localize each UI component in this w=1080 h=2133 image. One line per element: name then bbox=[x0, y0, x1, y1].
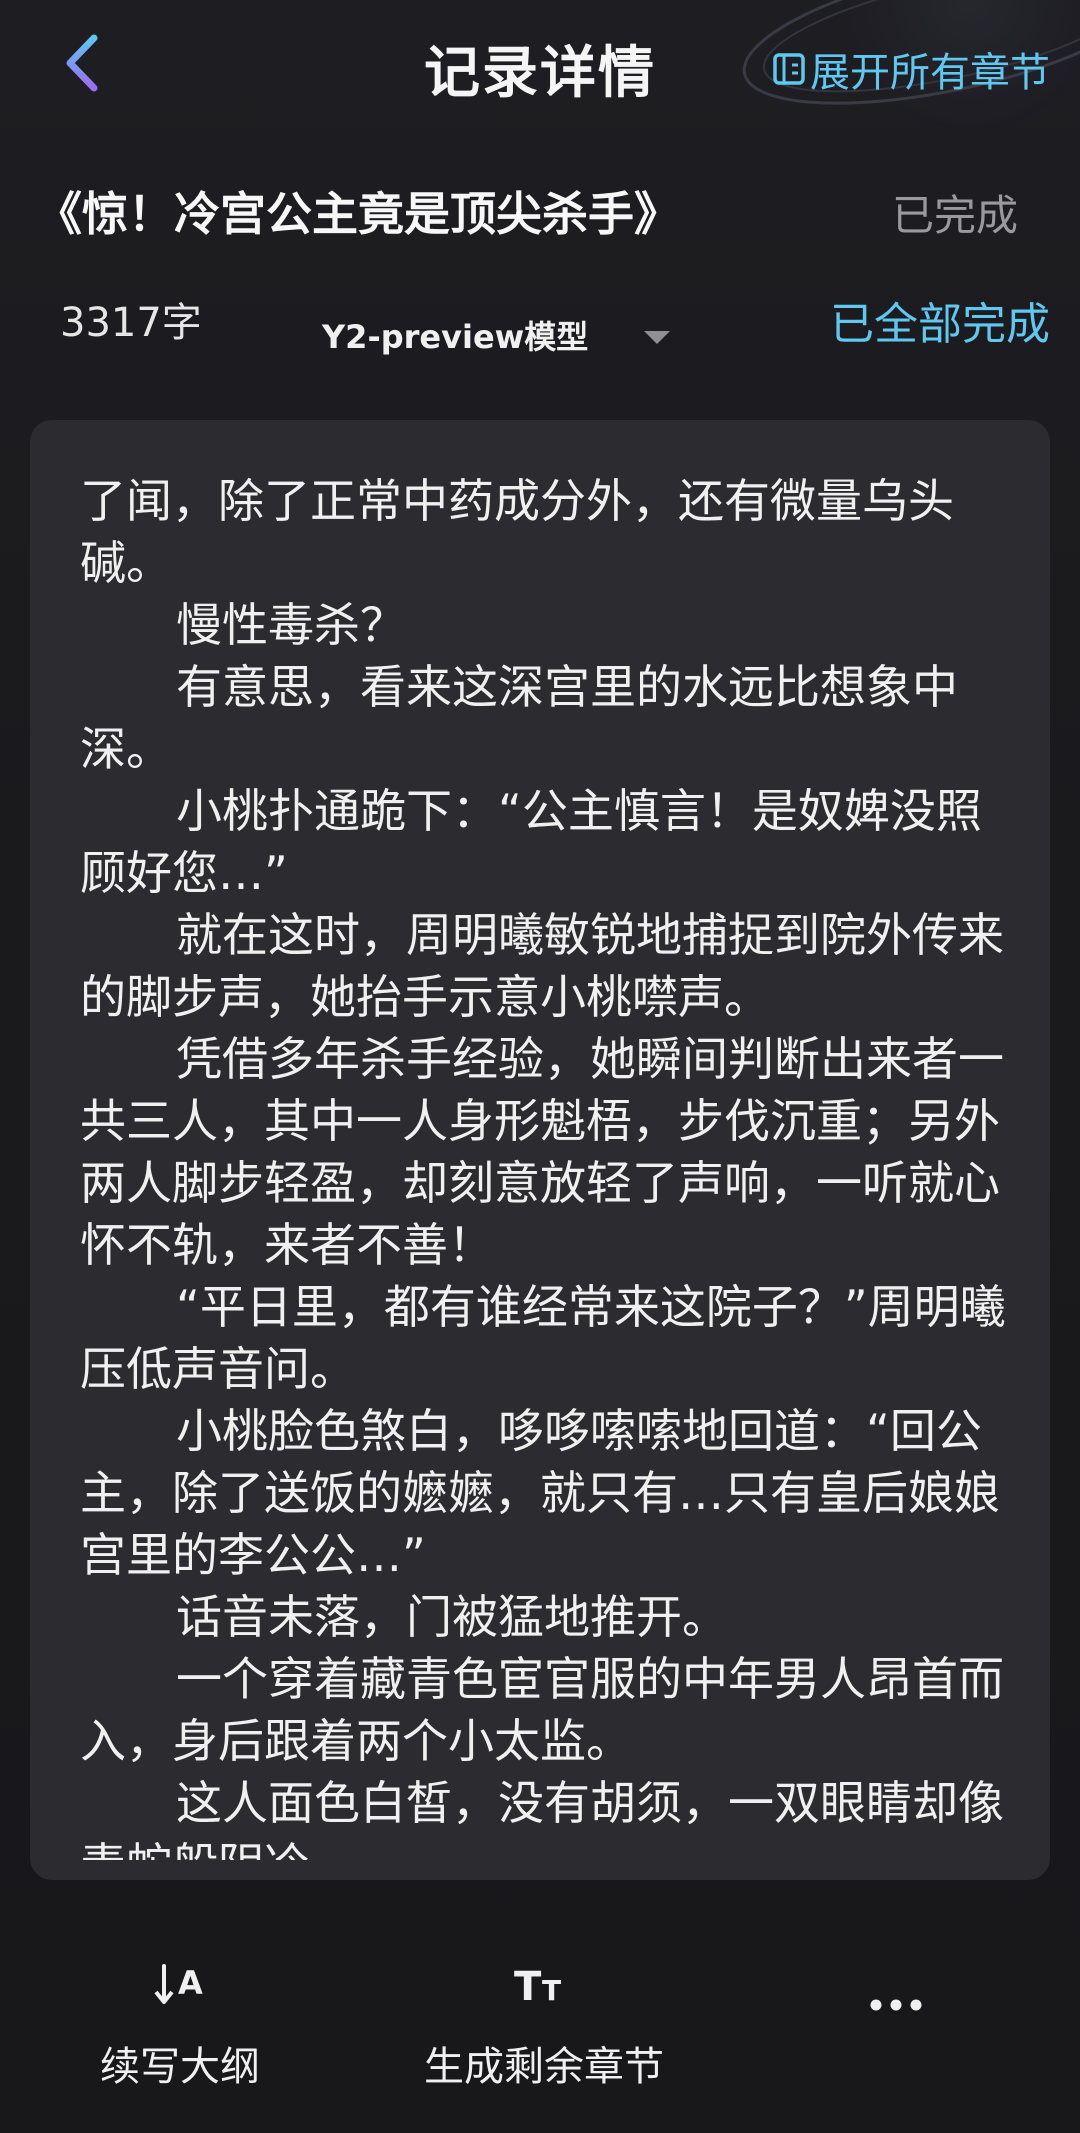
paragraph: 有意思，看来这深宫里的水远比想象中深。 bbox=[80, 660, 958, 776]
paragraph: 凭借多年杀手经验，她瞬间判断出来者一共三人，其中一人身形魁梧，步伐沉重；另外两人… bbox=[80, 1032, 1004, 1272]
model-selector[interactable]: Y2-preview模型 bbox=[322, 312, 671, 358]
word-count: 3317字 bbox=[60, 300, 202, 346]
arrow-down-a-icon: A bbox=[150, 1950, 210, 2020]
chapter-text[interactable]: 了闻，除了正常中药成分外，还有微量乌头碱。慢性毒杀？ 有意思，看来这深宫里的水远比… bbox=[80, 470, 1020, 1860]
more-options-button[interactable] bbox=[868, 1970, 924, 2040]
book-title: 《惊！冷宫公主竟是顶尖杀手》 bbox=[36, 187, 680, 241]
screen: 记录详情 展开所有章节 《惊！冷宫公主竟是顶尖杀手》 已完成 3317字 Y2-… bbox=[0, 0, 1080, 2133]
svg-text:T: T bbox=[542, 1974, 561, 2007]
paragraph: 一个穿着藏青色宦官服的中年男人昂首而入，身后跟着两个小太监。 bbox=[80, 1652, 1004, 1768]
expand-label: 展开所有章节 bbox=[810, 50, 1050, 96]
book-status: 已完成 bbox=[891, 191, 1018, 240]
bottom-toolbar: A 续写大纲 T T 生成剩余章节 bbox=[0, 1950, 1080, 2100]
paragraph: 就在这时，周明曦敏锐地捕捉到院外传来的脚步声，她抬手示意小桃噤声。 bbox=[80, 908, 1004, 1024]
paragraph: 了闻，除了正常中药成分外，还有微量乌头碱。 bbox=[80, 474, 954, 590]
generate-label: 生成剩余章节 bbox=[424, 2044, 664, 2090]
expand-icon bbox=[773, 53, 805, 85]
outline-label: 续写大纲 bbox=[100, 2044, 260, 2090]
paragraph: 这人面色白皙，没有胡须，一双眼睛却像毒蛇般阴冷。 bbox=[80, 1776, 1004, 1860]
paragraph: 小桃脸色煞白，哆哆嗦嗦地回道：“回公主，除了送饭的嬷嬷，就只有…只有皇后娘娘宫里… bbox=[80, 1404, 1000, 1582]
svg-text:A: A bbox=[178, 1964, 203, 2002]
content-card[interactable]: 了闻，除了正常中药成分外，还有微量乌头碱。慢性毒杀？ 有意思，看来这深宫里的水远比… bbox=[30, 420, 1050, 1880]
paragraph: 慢性毒杀？ bbox=[176, 598, 406, 652]
svg-text:T: T bbox=[514, 1964, 542, 2010]
chevron-down-icon bbox=[644, 330, 671, 344]
more-dots-icon bbox=[868, 1970, 924, 2040]
header: 记录详情 展开所有章节 bbox=[0, 0, 1080, 130]
paragraph: 话音未落，门被猛地推开。 bbox=[176, 1590, 728, 1644]
paragraph: 小桃扑通跪下：“公主慎言！是奴婢没照顾好您…” bbox=[80, 784, 982, 900]
expand-all-chapters-button[interactable]: 展开所有章节 bbox=[772, 40, 1050, 98]
text-size-icon: T T bbox=[512, 1950, 576, 2020]
completion-status[interactable]: 已全部完成 bbox=[830, 288, 1050, 352]
model-label: Y2-preview模型 bbox=[322, 318, 589, 356]
continue-outline-button[interactable]: A 续写大纲 bbox=[100, 1950, 260, 2092]
paragraph: “平日里，都有谁经常来这院子？”周明曦压低声音问。 bbox=[80, 1280, 1006, 1396]
generate-remaining-button[interactable]: T T 生成剩余章节 bbox=[424, 1950, 664, 2092]
